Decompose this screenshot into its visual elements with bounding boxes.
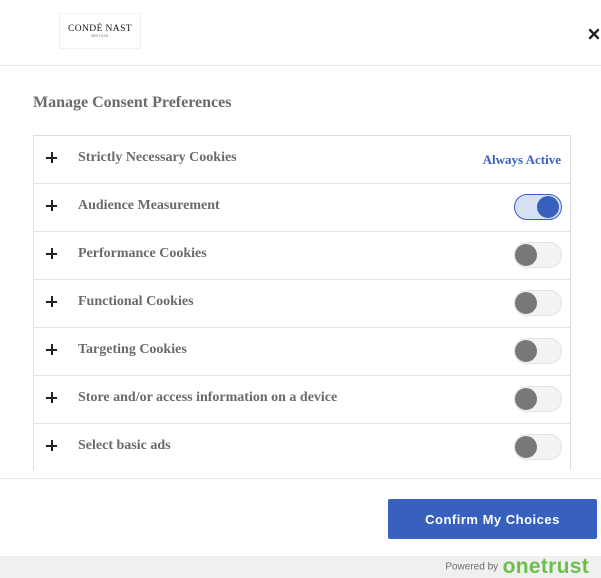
- expand-plus-icon[interactable]: [45, 199, 59, 213]
- powered-by-bar: Powered by onetrust: [0, 556, 601, 578]
- expand-plus-icon[interactable]: [45, 391, 59, 405]
- category-row-strictly-necessary[interactable]: Strictly Necessary Cookies Always Active: [34, 136, 570, 184]
- category-label: Functional Cookies: [78, 294, 194, 309]
- toggle-knob: [515, 388, 537, 410]
- confirm-my-choices-button[interactable]: Confirm My Choices: [388, 499, 597, 539]
- close-icon[interactable]: [587, 27, 601, 41]
- toggle-knob: [515, 436, 537, 458]
- category-row-targeting[interactable]: Targeting Cookies: [34, 328, 570, 376]
- modal-header: CONDÉ NAST BRITAIN: [0, 0, 601, 66]
- powered-by-onetrust[interactable]: Powered by onetrust: [445, 556, 589, 578]
- expand-plus-icon[interactable]: [45, 439, 59, 453]
- powered-by-text: Powered by: [445, 561, 499, 573]
- category-row-select-basic-ads[interactable]: Select basic ads: [34, 424, 570, 470]
- consent-toggle[interactable]: [514, 386, 562, 412]
- category-label: Audience Measurement: [78, 198, 220, 213]
- toggle-knob: [515, 244, 537, 266]
- consent-category-list[interactable]: Strictly Necessary Cookies Always Active…: [33, 135, 571, 470]
- category-row-audience-measurement[interactable]: Audience Measurement: [34, 184, 570, 232]
- expand-plus-icon[interactable]: [45, 343, 59, 357]
- category-label: Select basic ads: [78, 438, 171, 453]
- consent-toggle[interactable]: [514, 338, 562, 364]
- category-row-store-access-device[interactable]: Store and/or access information on a dev…: [34, 376, 570, 424]
- conde-nast-logo: CONDÉ NAST BRITAIN: [60, 14, 140, 48]
- always-active-status: Always Active: [482, 152, 561, 167]
- onetrust-logo: onetrust: [502, 555, 589, 578]
- consent-toggle[interactable]: [514, 434, 562, 460]
- logo-text: CONDÉ NAST: [68, 24, 132, 34]
- expand-plus-icon[interactable]: [45, 151, 59, 165]
- page-title: Manage Consent Preferences: [33, 94, 232, 111]
- expand-plus-icon[interactable]: [45, 247, 59, 261]
- category-label: Performance Cookies: [78, 246, 207, 261]
- category-label: Store and/or access information on a dev…: [78, 390, 338, 405]
- consent-toggle[interactable]: [514, 290, 562, 316]
- consent-toggle[interactable]: [514, 194, 562, 220]
- category-row-performance[interactable]: Performance Cookies: [34, 232, 570, 280]
- logo-subtext: BRITAIN: [91, 34, 109, 38]
- expand-plus-icon[interactable]: [45, 295, 59, 309]
- toggle-knob: [515, 340, 537, 362]
- category-label: Strictly Necessary Cookies: [78, 150, 237, 165]
- category-label: Targeting Cookies: [78, 342, 187, 357]
- toggle-knob: [515, 292, 537, 314]
- consent-toggle[interactable]: [514, 242, 562, 268]
- toggle-knob: [537, 196, 559, 218]
- category-row-functional[interactable]: Functional Cookies: [34, 280, 570, 328]
